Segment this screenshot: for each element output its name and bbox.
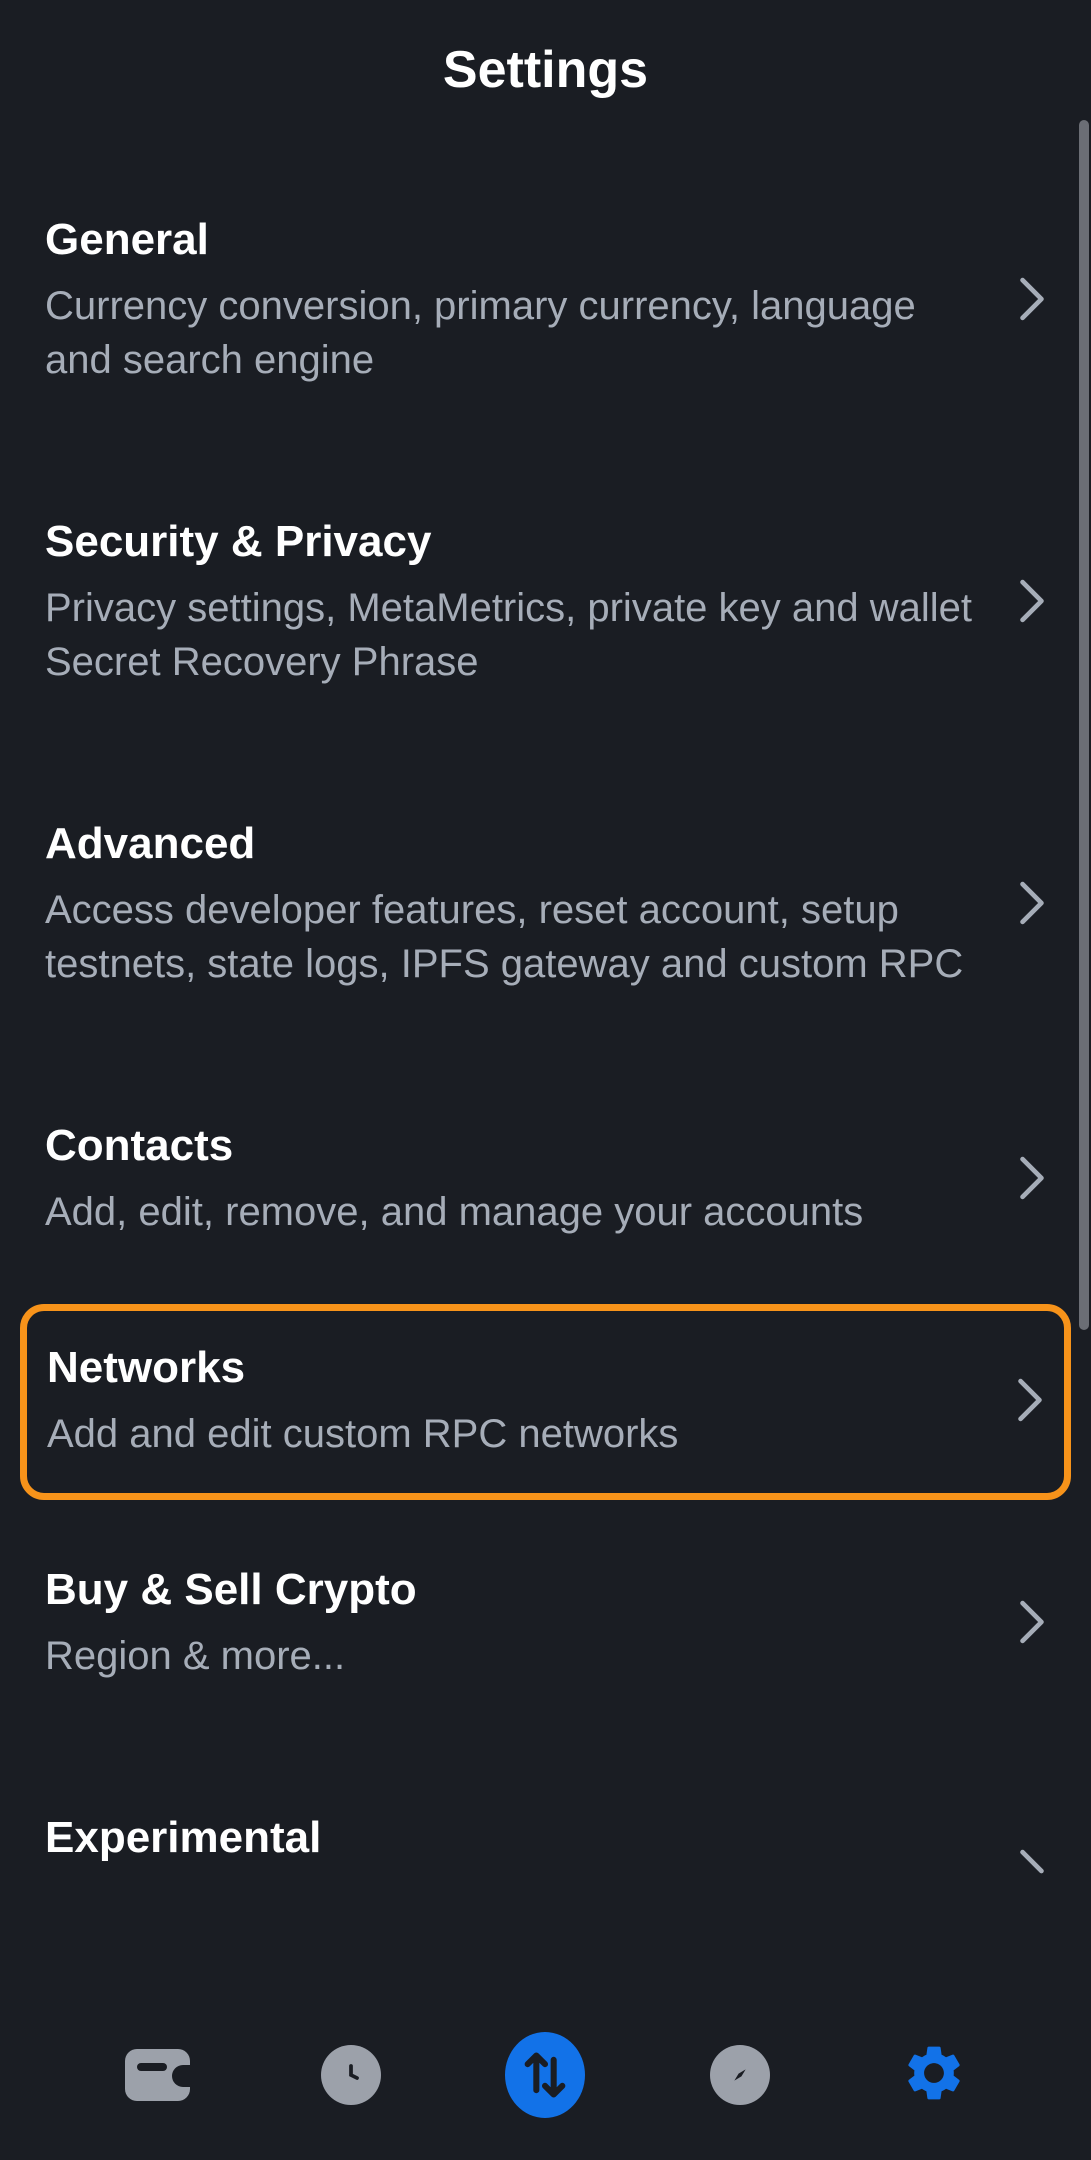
chevron-right-icon (1016, 1378, 1044, 1427)
gear-icon (901, 2040, 967, 2111)
nav-wallet[interactable] (117, 2035, 197, 2115)
settings-item-title: Experimental (45, 1813, 988, 1863)
nav-swap[interactable] (505, 2035, 585, 2115)
wallet-icon (125, 2049, 190, 2101)
settings-item-contacts[interactable]: Contacts Add, edit, remove, and manage y… (25, 1076, 1066, 1284)
settings-item-title: Networks (47, 1343, 986, 1393)
settings-item-title: Buy & Sell Crypto (45, 1565, 988, 1615)
page-header: Settings (0, 0, 1091, 170)
settings-item-desc: Add and edit custom RPC networks (47, 1407, 986, 1461)
chevron-right-icon (1018, 1600, 1046, 1649)
settings-item-text: Buy & Sell Crypto Region & more... (45, 1565, 1018, 1683)
chevron-right-icon (1018, 881, 1046, 930)
nav-activity[interactable] (311, 2035, 391, 2115)
compass-icon (710, 2045, 770, 2105)
settings-item-networks[interactable]: Networks Add and edit custom RPC network… (20, 1304, 1071, 1500)
settings-item-general[interactable]: General Currency conversion, primary cur… (25, 170, 1066, 432)
settings-item-title: General (45, 215, 988, 265)
settings-item-desc: Currency conversion, primary currency, l… (45, 279, 988, 387)
settings-item-text: Networks Add and edit custom RPC network… (47, 1343, 1016, 1461)
settings-item-desc: Add, edit, remove, and manage your accou… (45, 1185, 988, 1239)
settings-item-desc: Region & more... (45, 1629, 988, 1683)
nav-settings[interactable] (894, 2035, 974, 2115)
scrollbar[interactable] (1079, 120, 1089, 1330)
settings-item-experimental[interactable]: Experimental (25, 1768, 1066, 1887)
bottom-nav (0, 1990, 1091, 2160)
settings-item-title: Security & Privacy (45, 517, 988, 567)
settings-item-desc: Privacy settings, MetaMetrics, private k… (45, 581, 988, 689)
settings-item-text: Advanced Access developer features, rese… (45, 819, 1018, 991)
chevron-right-icon (1018, 1849, 1046, 1888)
nav-browser[interactable] (700, 2035, 780, 2115)
settings-item-advanced[interactable]: Advanced Access developer features, rese… (25, 774, 1066, 1036)
settings-item-text: Experimental (45, 1813, 1018, 1877)
clock-icon (321, 2045, 381, 2105)
page-title: Settings (0, 40, 1091, 100)
swap-icon (505, 2032, 585, 2118)
chevron-right-icon (1018, 277, 1046, 326)
settings-item-desc: Access developer features, reset account… (45, 883, 988, 991)
settings-item-text: Contacts Add, edit, remove, and manage y… (45, 1121, 1018, 1239)
settings-item-buy-sell-crypto[interactable]: Buy & Sell Crypto Region & more... (25, 1520, 1066, 1728)
settings-list: General Currency conversion, primary cur… (0, 170, 1091, 1887)
chevron-right-icon (1018, 1156, 1046, 1205)
settings-item-title: Contacts (45, 1121, 988, 1171)
settings-item-security-privacy[interactable]: Security & Privacy Privacy settings, Met… (25, 472, 1066, 734)
settings-item-title: Advanced (45, 819, 988, 869)
settings-item-text: Security & Privacy Privacy settings, Met… (45, 517, 1018, 689)
settings-item-text: General Currency conversion, primary cur… (45, 215, 1018, 387)
chevron-right-icon (1018, 579, 1046, 628)
